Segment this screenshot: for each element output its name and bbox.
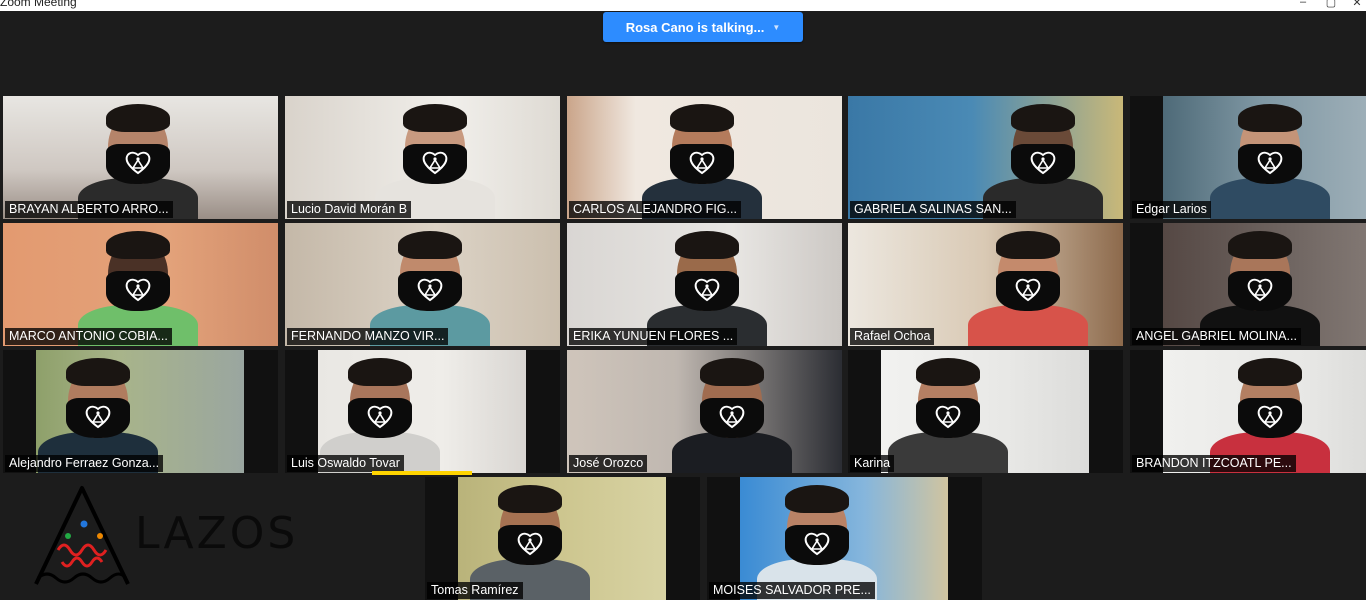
participant-tile[interactable]: Tomas Ramírez [425,477,700,600]
active-speaker-highlight [372,471,472,475]
participant-tile[interactable]: Lucio David Morán B [285,96,560,219]
face-mask-logo-icon [675,271,739,311]
face-mask-logo-icon [106,144,170,184]
participant-tile[interactable]: Luis Oswaldo Tovar [285,350,560,473]
participant-tile[interactable]: Karina [848,350,1123,473]
active-speaker-indicator[interactable]: Rosa Cano is talking... ▼ [603,12,803,42]
participant-name: FERNANDO MANZO VIR... [287,328,449,345]
close-icon[interactable]: ✕ [1350,0,1364,9]
participant-tile[interactable]: José Orozco [567,350,842,473]
participant-tile[interactable]: Rafael Ochoa [848,223,1123,346]
participant-name: MOISES SALVADOR PRE... [709,582,875,599]
participant-name: Karina [850,455,895,472]
chevron-down-icon: ▼ [772,22,781,32]
participant-name: GABRIELA SALINAS SAN... [850,201,1016,218]
face-mask-logo-icon [106,271,170,311]
participant-tile[interactable]: CARLOS ALEJANDRO FIG... [567,96,842,219]
participant-tile[interactable]: MOISES SALVADOR PRE... [707,477,982,600]
participant-name: José Orozco [569,455,648,472]
participant-name: Edgar Larios [1132,201,1211,218]
window-title: Zoom Meeting [0,0,77,9]
participant-name: ANGEL GABRIEL MOLINA... [1132,328,1301,345]
face-mask-logo-icon [1228,271,1292,311]
face-mask-logo-icon [1011,144,1075,184]
participant-tile[interactable]: Edgar Larios [1130,96,1366,219]
participant-name: Tomas Ramírez [427,582,523,599]
face-mask-logo-icon [403,144,467,184]
maximize-icon[interactable]: ▢ [1324,0,1338,9]
participant-tile[interactable]: ERIKA YUNUEN FLORES ... [567,223,842,346]
face-mask-logo-icon [398,271,462,311]
participant-video [881,350,1089,473]
face-mask-logo-icon [996,271,1060,311]
participant-tile[interactable]: MARCO ANTONIO COBIA... [3,223,278,346]
participant-name: BRANDON ITZCOATL PE... [1132,455,1296,472]
face-mask-logo-icon [1238,144,1302,184]
face-mask-logo-icon [670,144,734,184]
participant-name: MARCO ANTONIO COBIA... [5,328,172,345]
face-mask-logo-icon [348,398,412,438]
window-titlebar: Zoom Meeting – ▢ ✕ [0,0,1366,11]
participant-tile[interactable]: FERNANDO MANZO VIR... [285,223,560,346]
face-mask-logo-icon [916,398,980,438]
participant-tile[interactable]: BRANDON ITZCOATL PE... [1130,350,1366,473]
active-speaker-label: Rosa Cano is talking... [625,19,765,35]
logo-text: LAZOS [135,508,299,559]
participant-name: Rafael Ochoa [850,328,935,345]
participant-tile[interactable]: GABRIELA SALINAS SAN... [848,96,1123,219]
lazos-logo: LAZOS [28,480,295,592]
participant-tile[interactable]: ANGEL GABRIEL MOLINA... [1130,223,1366,346]
participant-name: Alejandro Ferraez Gonza... [5,455,164,472]
face-mask-logo-icon [66,398,130,438]
participant-name: Luis Oswaldo Tovar [287,455,404,472]
face-mask-logo-icon [498,525,562,565]
participant-name: ERIKA YUNUEN FLORES ... [569,328,738,345]
participant-name: Lucio David Morán B [287,201,412,218]
participant-name: CARLOS ALEJANDRO FIG... [569,201,741,218]
minimize-icon[interactable]: – [1296,0,1310,8]
face-mask-logo-icon [1238,398,1302,438]
face-mask-logo-icon [785,525,849,565]
face-mask-logo-icon [700,398,764,438]
participant-tile[interactable]: Alejandro Ferraez Gonza... [3,350,278,473]
participant-name: BRAYAN ALBERTO ARRO... [5,201,173,218]
teepee-logo-icon [34,486,130,585]
participant-tile[interactable]: BRAYAN ALBERTO ARRO... [3,96,278,219]
